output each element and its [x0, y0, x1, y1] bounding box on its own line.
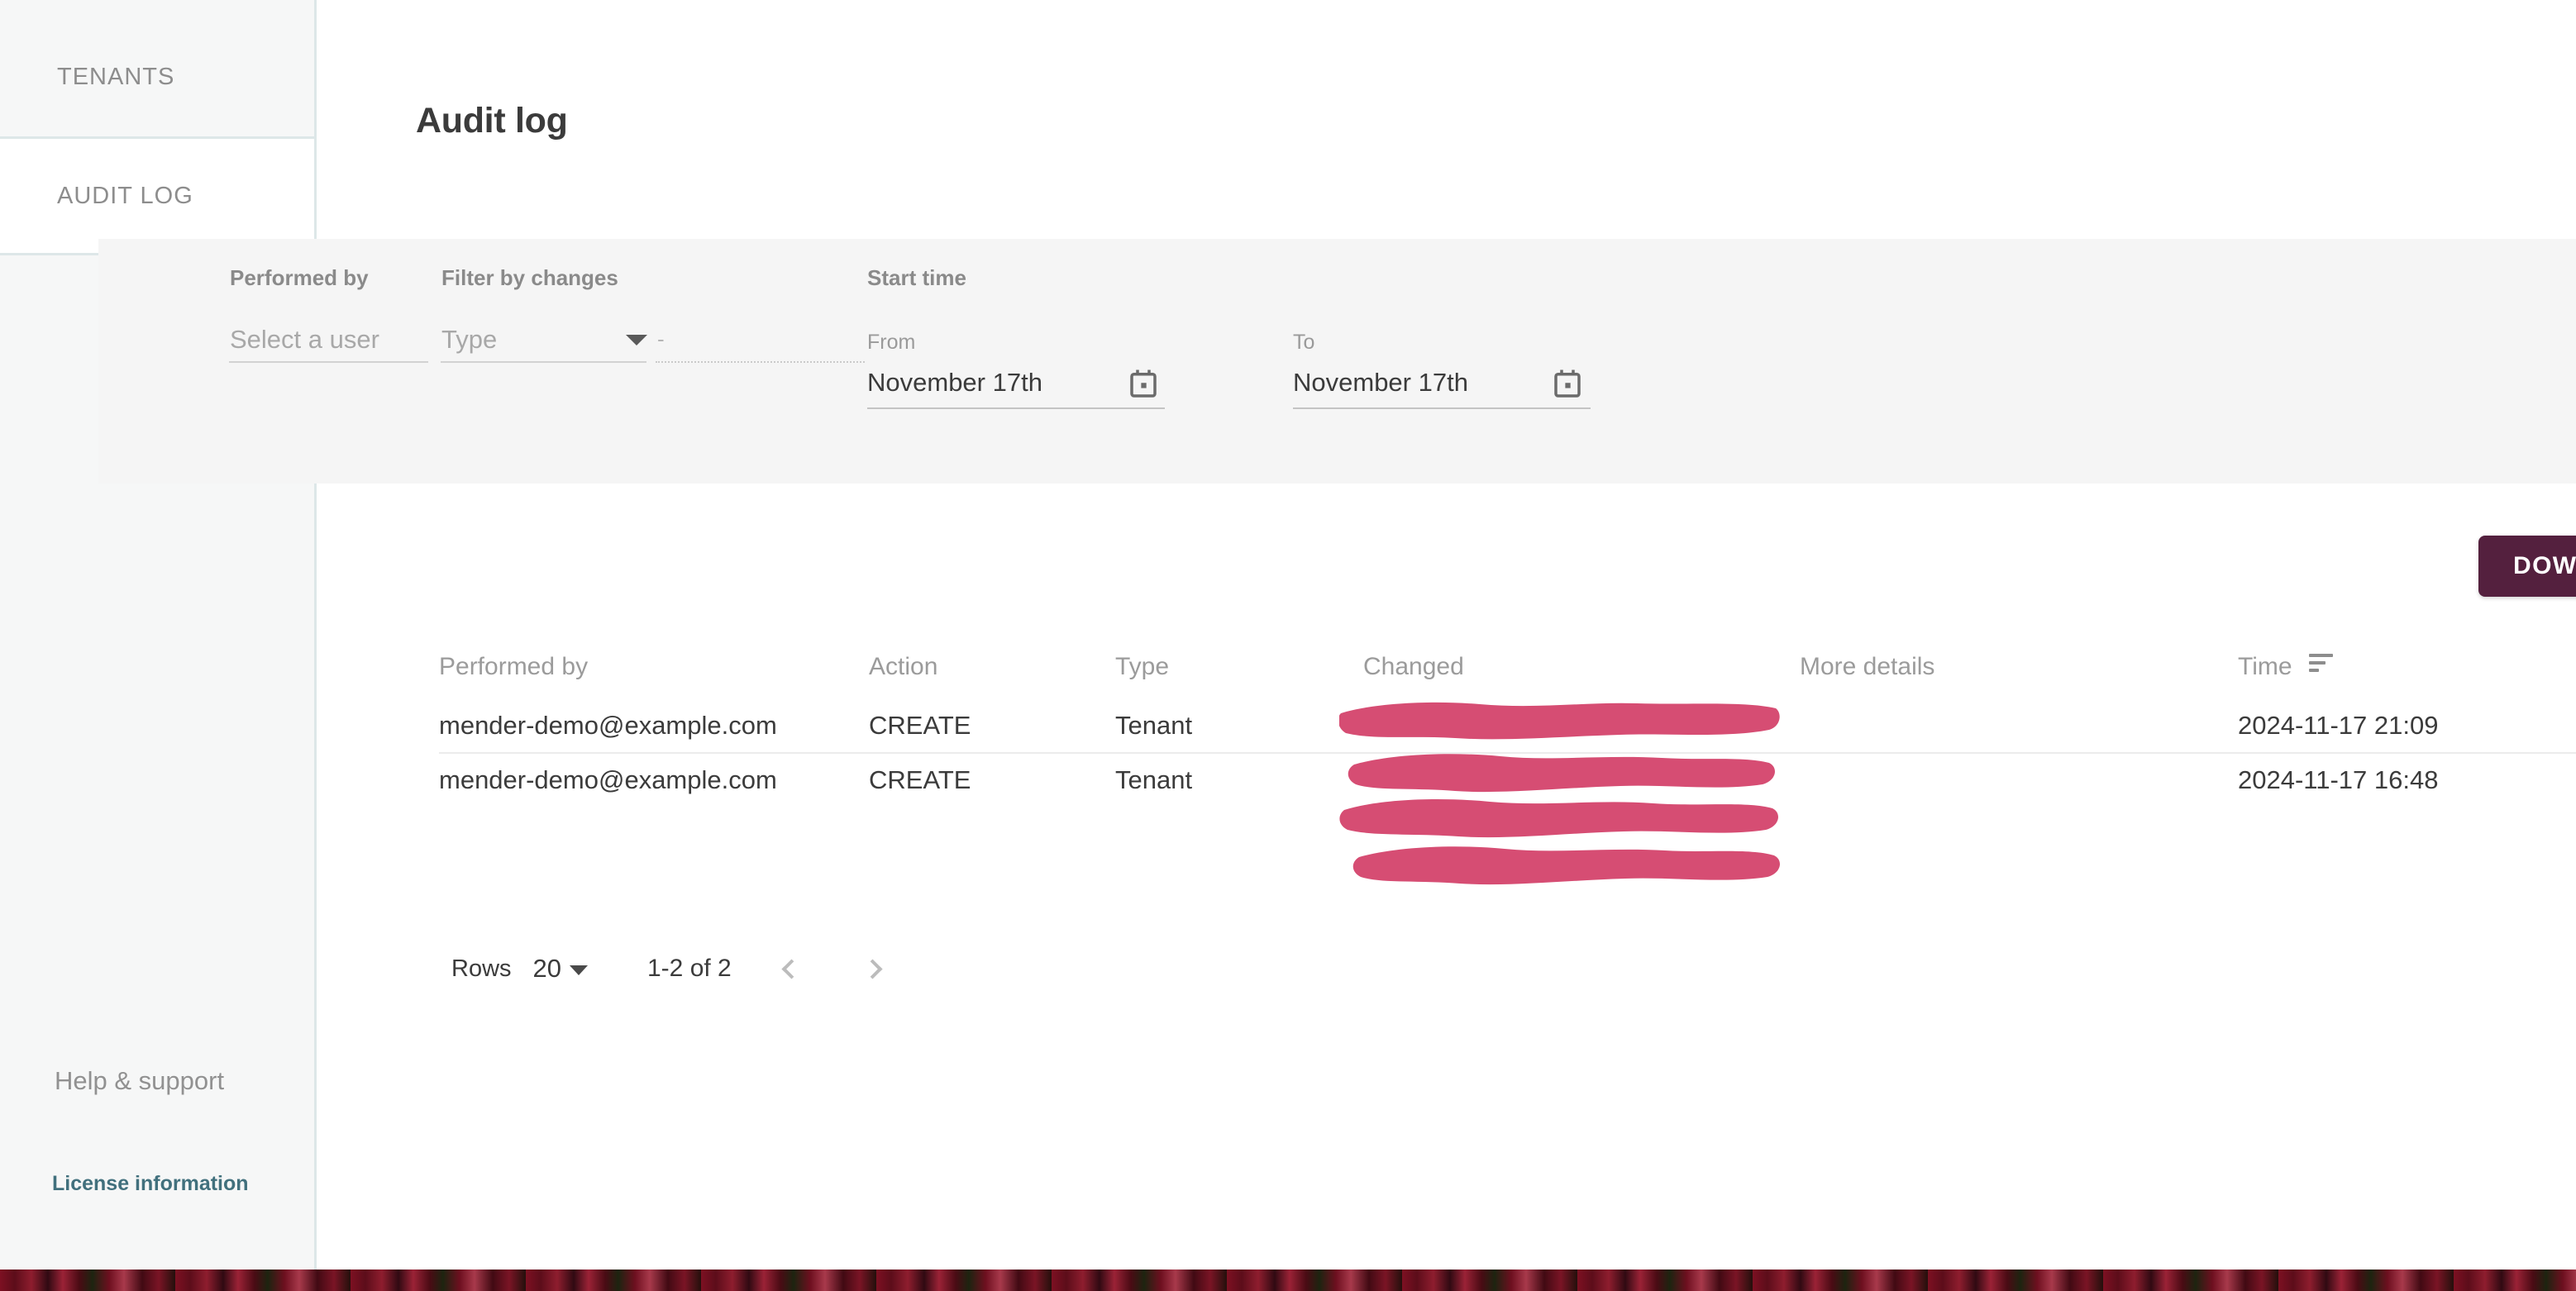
audit-log-table: Performed by Action Type Changed More de…	[439, 653, 2576, 807]
filter-by-changes-field: Filter by changes	[441, 265, 618, 291]
performed-by-field: Performed by	[230, 265, 369, 291]
chevron-right-icon	[862, 958, 883, 979]
pagination-range-label: 1-2 of 2	[647, 955, 732, 982]
to-date-underline	[1293, 407, 1591, 409]
download-button[interactable]: DOWNLOAD	[2478, 536, 2576, 597]
table-body: mender-demo@example.com CREATE Tenant 20…	[439, 699, 2576, 807]
cell-action: CREATE	[869, 752, 1115, 807]
column-label: Type	[1115, 653, 1170, 680]
filter-panel: Performed by Select a user Filter by cha…	[98, 239, 2576, 484]
table-row[interactable]: mender-demo@example.com CREATE Tenant 20…	[439, 699, 2576, 753]
column-label: More details	[1800, 653, 1935, 680]
page-title: Audit log	[416, 101, 568, 141]
change-type-underline	[441, 361, 646, 363]
cell-more-details	[1800, 752, 2238, 807]
cell-changed	[1363, 752, 1800, 807]
start-time-group: Start time	[867, 265, 966, 291]
column-header-changed[interactable]: Changed	[1363, 653, 1800, 699]
change-detail-underline	[656, 361, 865, 363]
cell-type: Tenant	[1115, 752, 1363, 807]
next-page-button[interactable]	[852, 948, 894, 989]
desktop-wallpaper-strip	[0, 1270, 2576, 1291]
column-header-performed-by[interactable]: Performed by	[439, 653, 869, 699]
column-label: Time	[2238, 653, 2292, 680]
from-date-input[interactable]: November 17th	[867, 368, 1042, 398]
change-detail-input: -	[657, 326, 665, 351]
column-header-time[interactable]: Time	[2238, 653, 2576, 699]
filter-by-changes-label: Filter by changes	[441, 265, 618, 290]
to-label: To	[1293, 331, 1315, 354]
sort-descending-icon[interactable]	[2308, 654, 2333, 676]
cell-performed-by: mender-demo@example.com	[439, 711, 777, 741]
help-and-support-link[interactable]: Help & support	[55, 1066, 224, 1096]
calendar-icon[interactable]	[1126, 367, 1161, 402]
cell-time: 2024-11-17 21:09	[2238, 711, 2439, 740]
sidebar-nav: TENANTS AUDIT LOG	[0, 17, 314, 255]
column-label: Action	[869, 653, 938, 680]
calendar-icon[interactable]	[1550, 367, 1585, 402]
chevron-down-icon[interactable]	[626, 335, 647, 345]
from-date-underline	[867, 407, 1165, 409]
performed-by-label: Performed by	[230, 265, 369, 290]
column-label: Changed	[1363, 653, 1464, 680]
rows-per-page-select[interactable]: 20	[533, 954, 561, 984]
cell-type: Tenant	[1115, 711, 1193, 740]
column-header-type[interactable]: Type	[1115, 653, 1363, 699]
from-label: From	[867, 331, 916, 354]
app-root: TENANTS AUDIT LOG Help & support License…	[0, 0, 2576, 1291]
sidebar-item-label: AUDIT LOG	[57, 182, 193, 209]
cell-changed	[1363, 699, 1800, 753]
change-type-select[interactable]: Type	[441, 325, 497, 355]
chevron-down-icon[interactable]	[570, 965, 588, 975]
sidebar-item-audit-log[interactable]: AUDIT LOG	[0, 136, 314, 255]
sidebar: TENANTS AUDIT LOG Help & support License…	[0, 0, 317, 1270]
column-header-action[interactable]: Action	[869, 653, 1115, 699]
table-header-row: Performed by Action Type Changed More de…	[439, 653, 2576, 699]
cell-action: CREATE	[869, 711, 971, 740]
sidebar-item-tenants[interactable]: TENANTS	[0, 17, 314, 136]
cell-performed-by: mender-demo@example.com	[439, 752, 869, 807]
chevron-left-icon	[781, 958, 802, 979]
table-row[interactable]: mender-demo@example.com CREATE Tenant 20…	[439, 752, 2576, 807]
license-information-link[interactable]: License information	[52, 1172, 249, 1196]
cell-time: 2024-11-17 16:48	[2238, 752, 2576, 807]
column-header-more-details[interactable]: More details	[1800, 653, 2238, 699]
to-date-input[interactable]: November 17th	[1293, 368, 1468, 398]
audit-log-table-wrapper: Performed by Action Type Changed More de…	[439, 653, 2576, 807]
table-head: Performed by Action Type Changed More de…	[439, 653, 2576, 699]
column-label: Performed by	[439, 653, 589, 680]
cell-more-details	[1800, 699, 2238, 753]
pagination: Rows 20 1-2 of 2	[451, 940, 894, 998]
download-button-label: DOWNLOAD	[2513, 552, 2576, 579]
previous-page-button[interactable]	[771, 948, 813, 989]
rows-per-page-label: Rows	[451, 955, 512, 982]
main-content: Audit log	[319, 0, 2576, 1270]
sidebar-item-label: TENANTS	[57, 63, 175, 90]
performed-by-underline	[229, 361, 428, 363]
start-time-label: Start time	[867, 265, 966, 290]
performed-by-input[interactable]: Select a user	[230, 325, 379, 355]
